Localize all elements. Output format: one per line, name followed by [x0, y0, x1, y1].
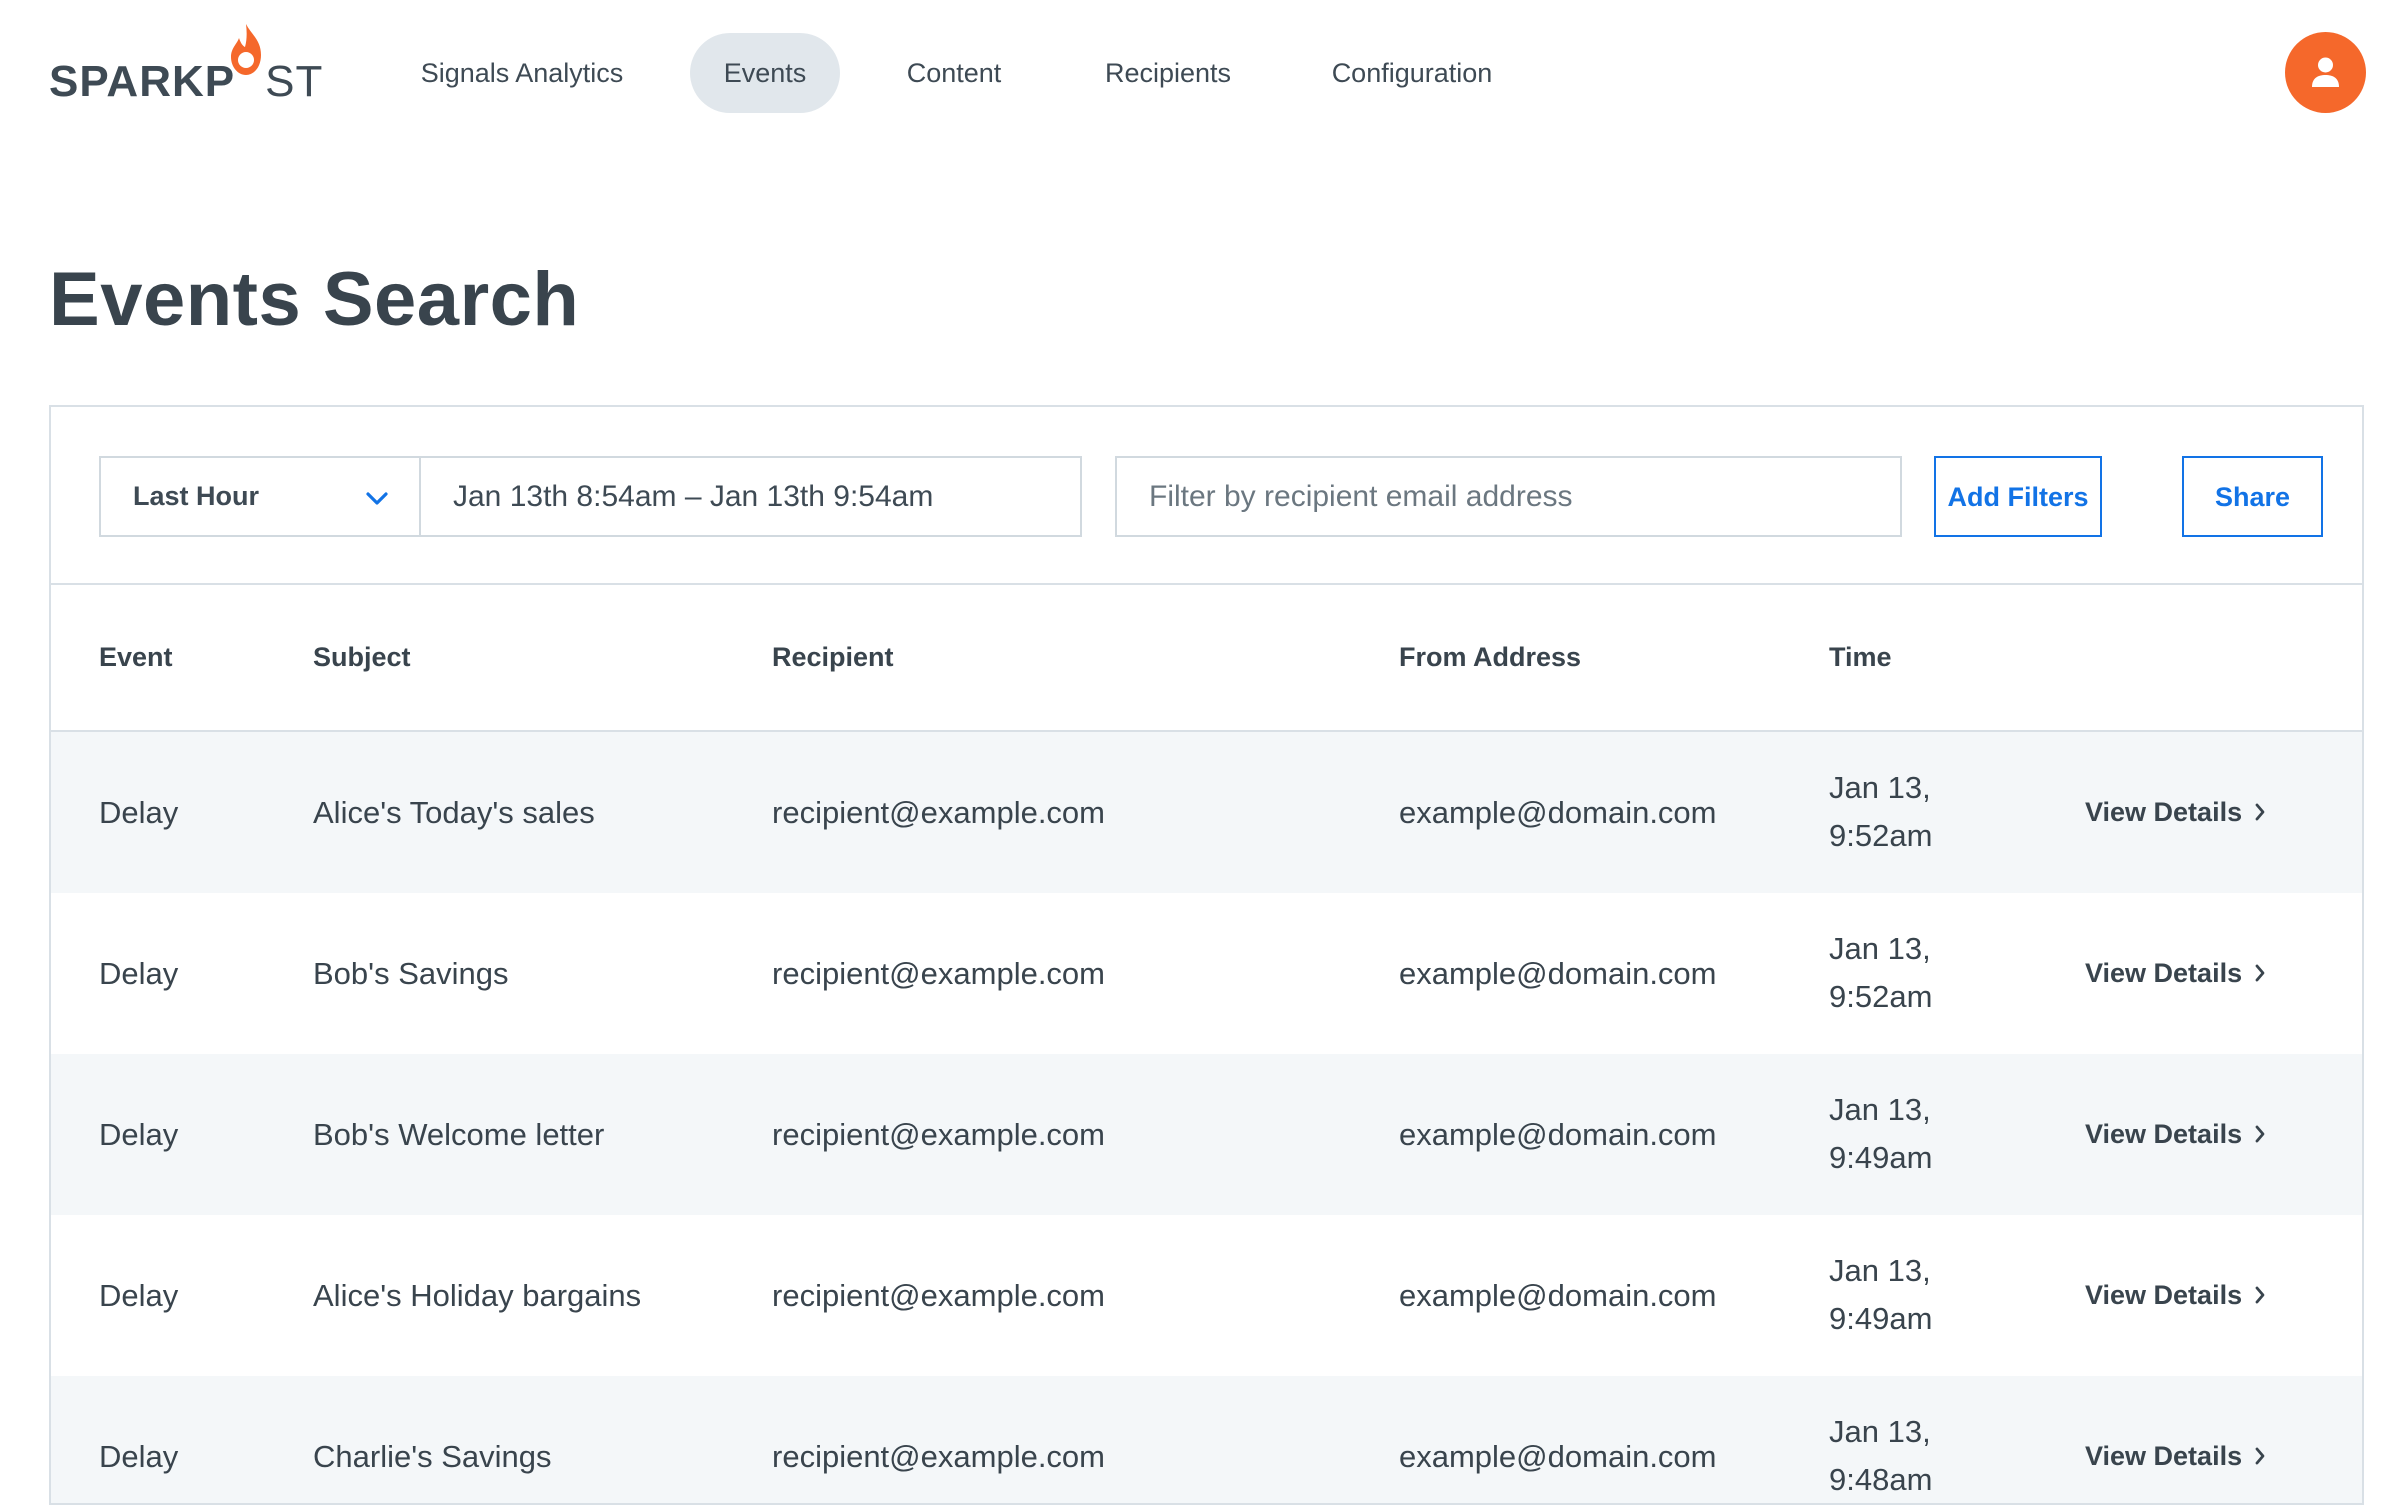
- view-details-link[interactable]: View Details: [2085, 893, 2266, 1054]
- column-header-from-address: From Address: [1399, 642, 1582, 672]
- event-from-address: example@domain.com: [1399, 1117, 1717, 1152]
- event-time-date: Jan 13,: [1829, 931, 1931, 966]
- chevron-right-icon: [2255, 803, 2265, 821]
- event-from-address: example@domain.com: [1399, 1278, 1717, 1313]
- view-details-link[interactable]: View Details: [2085, 1376, 2266, 1503]
- event-time-date: Jan 13,: [1829, 1414, 1931, 1449]
- chevron-right-icon: [2255, 964, 2265, 982]
- column-header-recipient: Recipient: [772, 642, 894, 672]
- event-time-clock: 9:49am: [1829, 1301, 1933, 1336]
- time-range-label: Last Hour: [133, 481, 260, 511]
- event-type: Delay: [99, 956, 179, 991]
- event-time-date: Jan 13,: [1829, 770, 1931, 805]
- event-subject: Alice's Today's sales: [313, 795, 595, 830]
- logo-text-light: ST: [265, 57, 324, 106]
- view-details-label: View Details: [2085, 1441, 2243, 1471]
- event-recipient: recipient@example.com: [772, 956, 1105, 991]
- time-range-select[interactable]: Last Hour: [99, 456, 421, 537]
- recipient-email-filter-input[interactable]: [1115, 456, 1902, 537]
- add-filters-button[interactable]: Add Filters: [1934, 456, 2102, 537]
- event-type: Delay: [99, 1439, 179, 1474]
- view-details-link[interactable]: View Details: [2085, 1054, 2266, 1215]
- event-type: Delay: [99, 1117, 179, 1152]
- event-type: Delay: [99, 795, 179, 830]
- nav-events[interactable]: Events: [690, 33, 840, 113]
- event-recipient: recipient@example.com: [772, 795, 1105, 830]
- table-row: Delay Bob's Savings recipient@example.co…: [51, 893, 2362, 1054]
- event-time: Jan 13, 9:48am: [1829, 1376, 1969, 1503]
- logo-text-bold: SPARKP: [49, 57, 236, 106]
- event-from-address: example@domain.com: [1399, 1439, 1717, 1474]
- view-details-label: View Details: [2085, 797, 2243, 827]
- event-time: Jan 13, 9:49am: [1829, 1215, 1969, 1376]
- share-button[interactable]: Share: [2182, 456, 2323, 537]
- nav-configuration[interactable]: Configuration: [1301, 33, 1523, 113]
- event-time: Jan 13, 9:49am: [1829, 1054, 1969, 1215]
- event-subject: Alice's Holiday bargains: [313, 1278, 642, 1313]
- nav-signals-analytics[interactable]: Signals Analytics: [393, 33, 651, 113]
- events-table-header: Event Subject Recipient From Address Tim…: [51, 585, 2362, 732]
- event-from-address: example@domain.com: [1399, 795, 1717, 830]
- user-avatar-button[interactable]: [2285, 32, 2366, 113]
- user-icon: [2312, 57, 2339, 87]
- table-row: Delay Alice's Holiday bargains recipient…: [51, 1215, 2362, 1376]
- view-details-label: View Details: [2085, 958, 2243, 988]
- sparkpost-logo[interactable]: SPARKP ST: [49, 24, 329, 106]
- nav-recipients[interactable]: Recipients: [1077, 33, 1259, 113]
- event-time: Jan 13, 9:52am: [1829, 732, 1969, 893]
- event-time-date: Jan 13,: [1829, 1253, 1931, 1288]
- flame-icon: [231, 24, 261, 75]
- filter-bar: Last Hour Jan 13th 8:54am – Jan 13th 9:5…: [51, 407, 2362, 585]
- events-table-body: Delay Alice's Today's sales recipient@ex…: [51, 732, 2362, 1503]
- event-time-clock: 9:49am: [1829, 1140, 1933, 1175]
- event-from-address: example@domain.com: [1399, 956, 1717, 991]
- event-recipient: recipient@example.com: [772, 1439, 1105, 1474]
- events-panel: Last Hour Jan 13th 8:54am – Jan 13th 9:5…: [49, 405, 2364, 1505]
- event-type: Delay: [99, 1278, 179, 1313]
- event-time-clock: 9:48am: [1829, 1462, 1933, 1497]
- column-header-subject: Subject: [313, 642, 411, 672]
- table-row: Delay Bob's Welcome letter recipient@exa…: [51, 1054, 2362, 1215]
- chevron-down-icon: [366, 492, 388, 505]
- table-row: Delay Charlie's Savings recipient@exampl…: [51, 1376, 2362, 1503]
- event-recipient: recipient@example.com: [772, 1278, 1105, 1313]
- chevron-right-icon: [2255, 1125, 2265, 1143]
- view-details-link[interactable]: View Details: [2085, 732, 2266, 893]
- event-time-clock: 9:52am: [1829, 979, 1933, 1014]
- event-subject: Charlie's Savings: [313, 1439, 552, 1474]
- view-details-label: View Details: [2085, 1119, 2243, 1149]
- chevron-right-icon: [2255, 1447, 2265, 1465]
- page-title: Events Search: [49, 257, 580, 342]
- event-time-date: Jan 13,: [1829, 1092, 1931, 1127]
- date-range-picker[interactable]: Jan 13th 8:54am – Jan 13th 9:54am: [419, 456, 1082, 537]
- view-details-link[interactable]: View Details: [2085, 1215, 2266, 1376]
- event-recipient: recipient@example.com: [772, 1117, 1105, 1152]
- event-time-clock: 9:52am: [1829, 818, 1933, 853]
- event-time: Jan 13, 9:52am: [1829, 893, 1969, 1054]
- event-subject: Bob's Welcome letter: [313, 1117, 605, 1152]
- view-details-label: View Details: [2085, 1280, 2243, 1310]
- logo-wordmark: SPARKP ST: [49, 52, 323, 112]
- nav-content[interactable]: Content: [876, 33, 1032, 113]
- chevron-right-icon: [2255, 1286, 2265, 1304]
- top-navigation: SPARKP ST Signals Analytics Events Conten…: [0, 0, 2400, 145]
- table-row: Delay Alice's Today's sales recipient@ex…: [51, 732, 2362, 893]
- column-header-event: Event: [99, 642, 173, 672]
- column-header-time: Time: [1829, 642, 1892, 672]
- date-range-value: Jan 13th 8:54am – Jan 13th 9:54am: [453, 480, 934, 513]
- event-subject: Bob's Savings: [313, 956, 509, 991]
